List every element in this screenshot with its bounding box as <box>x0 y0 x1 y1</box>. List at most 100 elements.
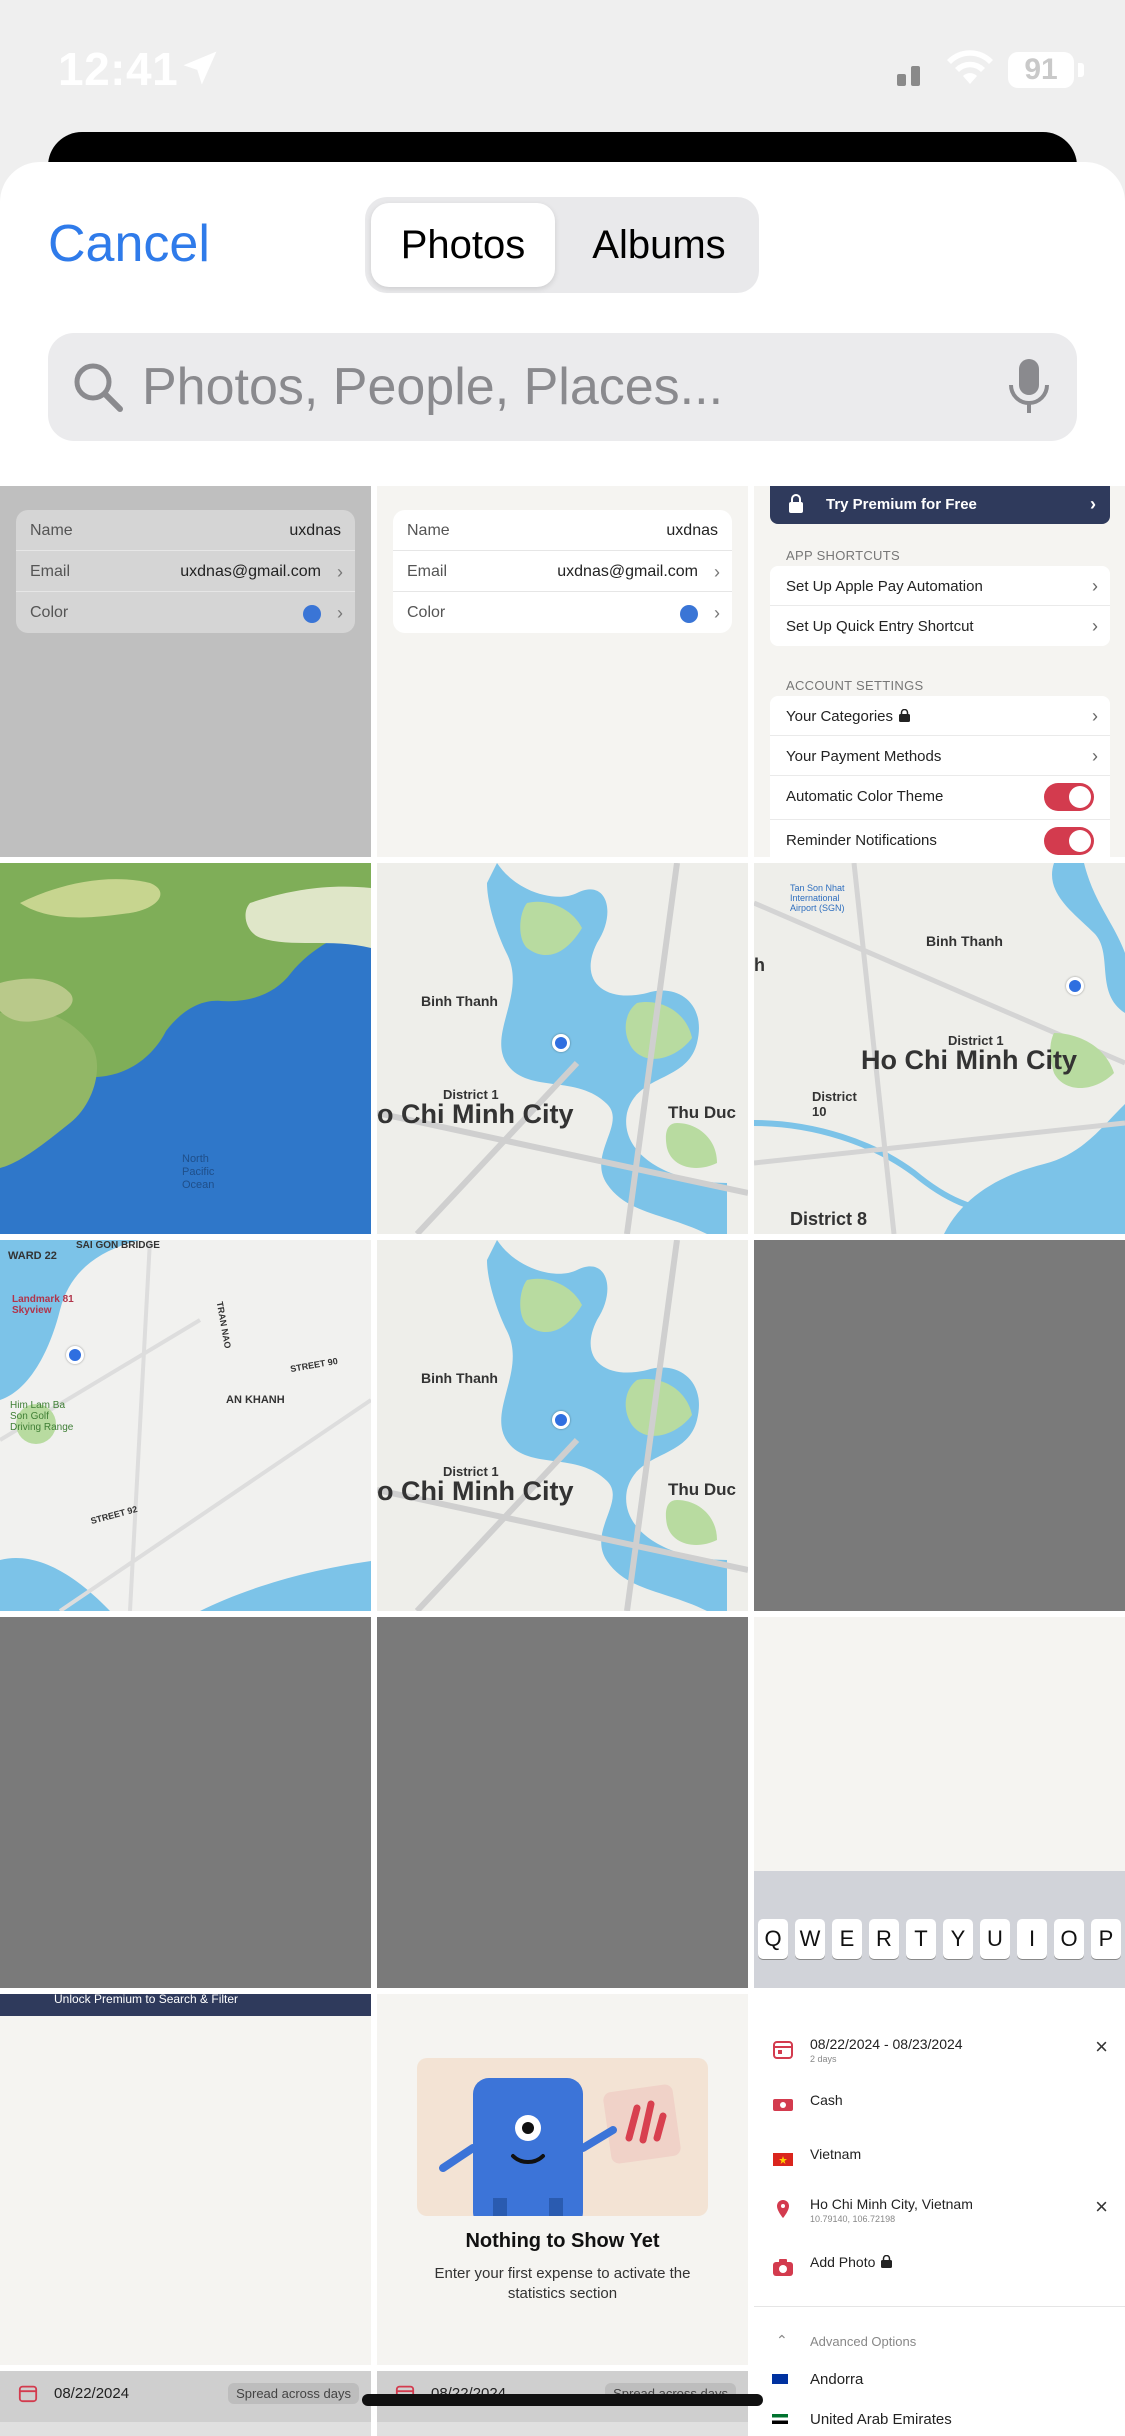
chevron-right-icon: › <box>714 603 720 623</box>
calendar-icon <box>773 2041 793 2059</box>
chevron-right-icon: › <box>337 603 343 623</box>
empty-state-subtitle: Enter your first expense to activate the… <box>434 2265 691 2302</box>
map-label: North <box>182 1153 209 1165</box>
keyboard-key: T <box>906 1919 936 1959</box>
uae-flag-icon <box>772 2414 788 2424</box>
photo-thumbnail[interactable] <box>0 1617 371 1988</box>
empty-state-title: Nothing to Show Yet <box>465 2230 660 2252</box>
divider <box>754 2306 1125 2307</box>
photo-thumbnail[interactable]: WARD 22 SAI GON BRIDGE Landmark 81 Skyvi… <box>0 1240 371 1611</box>
location-pin-icon <box>552 1411 570 1429</box>
map-label: Binh Thanh <box>926 933 1003 949</box>
search-input[interactable]: Photos, People, Places... <box>142 357 723 417</box>
photo-thumbnail[interactable]: Andorra United Arab Emirates <box>754 2371 1125 2436</box>
settings-row: Your Categories › <box>770 696 1110 736</box>
form-row-email: Email uxdnas@gmail.com › <box>393 551 732 592</box>
cancel-button[interactable]: Cancel <box>48 214 210 274</box>
photo-thumbnail[interactable]: Q W E R T Y U I O P <box>754 1617 1125 1988</box>
country-row: Vietnam <box>772 2140 1112 2180</box>
map-label: Tan Son Nhat International Airport (SGN) <box>790 883 845 913</box>
tab-albums[interactable]: Albums <box>567 203 751 287</box>
payment-row: Cash <box>772 2086 1112 2126</box>
advanced-options-row: ⌃ Advanced Options <box>776 2332 917 2349</box>
location-pin-icon <box>1066 977 1084 995</box>
map-label: AN KHANH <box>226 1394 285 1406</box>
settings-row: Set Up Apple Pay Automation › <box>770 566 1110 606</box>
map-label: h <box>754 955 765 975</box>
chevron-right-icon: › <box>1092 706 1098 726</box>
keyboard-key: P <box>1091 1919 1121 1959</box>
status-bar: 12:41 91 <box>0 0 1125 140</box>
calendar-icon <box>18 2385 38 2403</box>
lock-icon <box>881 2255 893 2268</box>
premium-banner: Unlock Premium to Search & Filter <box>0 1994 371 2016</box>
keyboard-image: Q W E R T Y U I O P <box>754 1871 1125 1988</box>
photo-thumbnail[interactable] <box>754 1240 1125 1611</box>
map-label: o Chi Minh City <box>377 1099 574 1129</box>
country-list-item: Andorra <box>772 2371 863 2388</box>
settings-group: Set Up Apple Pay Automation › Set Up Quic… <box>770 566 1110 646</box>
settings-row: Reminder Notifications <box>770 820 1110 857</box>
photo-thumbnail[interactable] <box>377 1617 748 1988</box>
status-time: 12:41 <box>58 43 179 95</box>
photo-grid: Name uxdnas Email uxdnas@gmail.com › Color ›… <box>0 486 1125 2436</box>
location-pin-icon <box>66 1346 84 1364</box>
photo-thumbnail[interactable]: Try Premium for Free › APP SHORTCUTS Set… <box>754 486 1125 857</box>
chevron-right-icon: › <box>1090 494 1096 514</box>
photo-thumbnail[interactable]: 08/22/2024 Spread across days <box>0 2371 371 2436</box>
photo-picker-sheet: Cancel Photos Albums Photos, People, Pla… <box>0 162 1125 2436</box>
andorra-flag-icon <box>772 2374 788 2384</box>
photo-thumbnail[interactable]: North Pacific Ocean <box>0 863 371 1234</box>
form-row-email: Email uxdnas@gmail.com › <box>16 551 355 592</box>
map-label: o Chi Minh City <box>377 1476 574 1506</box>
cash-icon <box>773 2099 793 2111</box>
map-label: District 8 <box>790 1209 868 1229</box>
profile-form-card: Name uxdnas Email uxdnas@gmail.com › Color › <box>393 510 732 633</box>
map-label: WARD 22 <box>8 1250 57 1262</box>
photo-thumbnail[interactable]: Binh Thanh District 1 o Chi Minh City Th… <box>377 1240 748 1611</box>
wifi-icon <box>947 50 993 84</box>
photo-thumbnail[interactable]: Unlock Premium to Search & Filter <box>0 1994 371 2365</box>
mascot-illustration <box>417 2058 708 2216</box>
premium-banner: Try Premium for Free › <box>770 486 1110 524</box>
date-strip: 08/22/2024 Spread across days <box>0 2371 371 2422</box>
vietnam-flag-icon <box>773 2153 793 2166</box>
cellular-signal-icon <box>897 66 920 86</box>
photo-thumbnail[interactable]: 08/22/2024 - 08/23/2024 2 days × Cash Vi… <box>754 1994 1125 2365</box>
chevron-right-icon: › <box>1092 746 1098 766</box>
map-label: Binh Thanh <box>421 1370 498 1386</box>
location-arrow-icon <box>183 51 217 85</box>
keyboard-key: W <box>795 1919 825 1959</box>
photo-thumbnail[interactable]: Name uxdnas Email uxdnas@gmail.com › Color › <box>377 486 748 857</box>
home-indicator <box>362 2394 763 2406</box>
chevron-right-icon: › <box>714 562 720 582</box>
photo-thumbnail[interactable]: Binh Thanh District 1 o Chi Minh City Th… <box>377 863 748 1234</box>
color-dot <box>680 605 698 623</box>
section-header: APP SHORTCUTS <box>786 548 900 563</box>
segmented-control: Photos Albums <box>365 197 759 293</box>
date-row: 08/22/2024 - 08/23/2024 2 days × <box>772 2030 1112 2070</box>
lock-icon <box>899 709 911 722</box>
photo-thumbnail[interactable]: Tan Son Nhat International Airport (SGN)… <box>754 863 1125 1234</box>
form-row-color: Color › <box>407 603 720 623</box>
tab-photos[interactable]: Photos <box>371 203 555 287</box>
map-label: District 10 <box>812 1089 857 1119</box>
settings-row: Set Up Quick Entry Shortcut › <box>786 616 1098 636</box>
settings-group: Your Categories › Your Payment Methods › A… <box>770 696 1110 857</box>
search-field[interactable]: Photos, People, Places... <box>48 333 1077 441</box>
profile-form-card: Name uxdnas Email uxdnas@gmail.com › Color › <box>16 510 355 633</box>
photo-thumbnail[interactable]: Name uxdnas Email uxdnas@gmail.com › Color › <box>0 486 371 857</box>
search-icon <box>74 363 123 412</box>
map-label: Thu Duc <box>668 1480 736 1499</box>
location-pin-icon <box>777 2200 789 2218</box>
settings-row: Your Payment Methods › <box>770 736 1110 776</box>
toggle-switch <box>1044 783 1094 811</box>
photo-thumbnail[interactable]: Nothing to Show Yet Enter your first exp… <box>377 1994 748 2365</box>
map-label: Him Lam Ba Son Golf Driving Range <box>10 1400 74 1433</box>
country-list-item: United Arab Emirates <box>772 2411 952 2428</box>
map-label: Ho Chi Minh City <box>861 1045 1077 1075</box>
microphone-icon[interactable] <box>1007 357 1051 417</box>
map-label: SAI GON BRIDGE <box>76 1240 160 1251</box>
color-dot <box>303 605 321 623</box>
map-label: Thu Duc <box>668 1103 736 1122</box>
